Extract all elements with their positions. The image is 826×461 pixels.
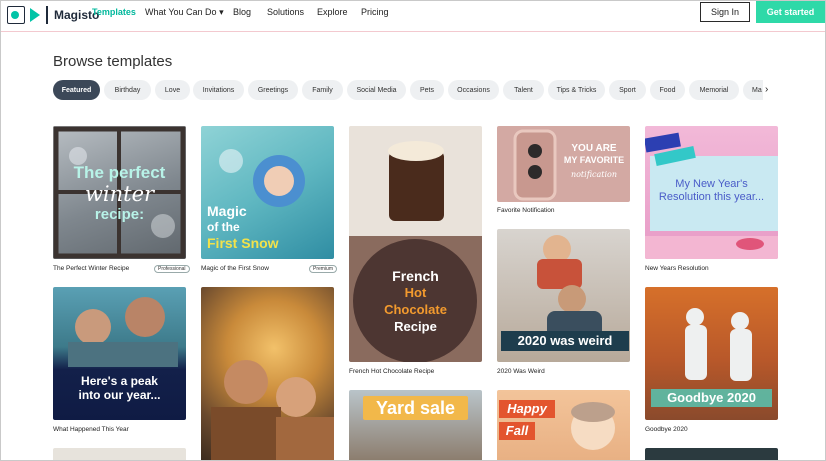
template-card-yard-sale[interactable]: Yard sale [349,390,482,460]
nav-templates[interactable]: Templates [92,7,136,17]
card-caption: New Years Resolution [645,265,709,272]
chip-sport[interactable]: Sport [609,80,646,100]
chip-invitations[interactable]: Invitations [193,80,244,100]
nav-solutions[interactable]: Solutions [267,7,304,17]
chip-social-media[interactable]: Social Media [347,80,406,100]
couple-photo [68,297,178,367]
card-title-line3: recipe: [94,206,145,223]
template-card-happy-fall[interactable]: Happy Fall [497,390,630,460]
template-card-partial[interactable] [53,448,186,460]
card-title-line4: Recipe [394,319,437,334]
template-card-snow[interactable]: Magic of the First Snow [201,126,334,259]
card-title-line2: into our year... [78,388,161,402]
card-title: 2020 was weird [501,331,629,351]
card-title-line2: MY FAVORITE [563,155,625,165]
card-caption: 2020 Was Weird [497,368,545,375]
chip-more[interactable]: Ma [743,80,763,100]
card-title-line1: Magic [207,203,247,219]
toddler-photo [571,402,615,450]
chip-pets[interactable]: Pets [410,80,444,100]
sign-in-button[interactable]: Sign In [700,2,750,22]
card-title: Goodbye 2020 [651,389,772,407]
chip-memorial[interactable]: Memorial [689,80,739,100]
chip-food[interactable]: Food [650,80,685,100]
nav-what-you-can-do[interactable]: What You Can Do ▾ [145,7,224,18]
get-started-button[interactable]: Get started [756,1,825,23]
chip-love[interactable]: Love [155,80,190,100]
template-card-goodbye[interactable]: Goodbye 2020 [645,287,778,420]
nav-what-you-can-do-label: What You Can Do [145,7,217,17]
browser-viewport: Magisto Templates What You Can Do ▾ Blog… [0,0,826,461]
card-title: Yard sale [363,396,468,420]
nav-pricing[interactable]: Pricing [361,7,389,17]
template-card-resolution[interactable]: My New Year's Resolution this year... [645,126,778,259]
card-title-line1: YOU ARE [571,143,617,154]
card-title-line3: First Snow [207,235,279,251]
card-caption: The Perfect Winter Recipe [53,265,130,272]
card-title-line2: of the [207,220,240,234]
logo-bar-icon [46,6,48,24]
card-caption: Magic of the First Snow [201,265,269,272]
card-title-line3: notification [570,170,618,179]
chip-tips-tricks[interactable]: Tips & Tricks [548,80,605,100]
category-chips: Featured Birthday Love Invitations Greet… [53,80,763,100]
top-navbar: Magisto Templates What You Can Do ▾ Blog… [1,1,825,32]
card-title-line3: Chocolate [384,302,447,317]
card-title-line2: Fall [499,422,535,440]
chip-greetings[interactable]: Greetings [248,80,298,100]
card-caption: French Hot Chocolate Recipe [349,368,435,375]
chip-talent[interactable]: Talent [503,80,544,100]
premium-badge: Premium [309,265,338,273]
magisto-logo[interactable]: Magisto [7,6,99,24]
nav-explore[interactable]: Explore [317,7,348,17]
card-title-line2: winter [84,182,155,206]
chevron-down-icon: ▾ [219,7,224,17]
card-title-line1: The perfect [73,163,166,182]
template-card-weird[interactable]: 2020 was weird [497,229,630,362]
chip-featured[interactable]: Featured [53,80,100,100]
chip-family[interactable]: Family [302,80,343,100]
couple-sunset-photo [211,360,334,460]
template-card-notification[interactable]: YOU ARE MY FAVORITE notification [497,126,630,202]
logo-play-icon [30,8,40,22]
professional-badge: Professional [154,265,190,273]
template-card-peak[interactable]: Here's a peak into our year... [53,287,186,420]
template-card-couple[interactable] [201,287,334,460]
page-title: Browse templates [53,53,173,70]
card-caption: What Happened This Year [53,426,129,433]
template-card-winter[interactable]: The perfect winter recipe: [53,126,186,259]
template-card-partial[interactable] [645,448,778,460]
card-caption: Favorite Notification [497,207,555,214]
chevron-right-icon[interactable]: › [765,84,768,95]
card-title-line2: Resolution this year... [658,191,765,203]
logo-square-icon [7,6,25,24]
card-title-line1: My New Year's [675,178,748,190]
card-caption: Goodbye 2020 [645,426,688,433]
chip-occasions[interactable]: Occasions [448,80,499,100]
nav-blog[interactable]: Blog [233,7,251,17]
card-title-line1: Happy [499,400,555,418]
template-card-chocolate[interactable]: French Hot Chocolate Recipe [349,126,482,362]
card-title-line1: Here's a peak [81,374,158,388]
chip-birthday[interactable]: Birthday [104,80,151,100]
card-title-line2: Hot [404,285,427,300]
card-title-line1: French [392,268,439,284]
